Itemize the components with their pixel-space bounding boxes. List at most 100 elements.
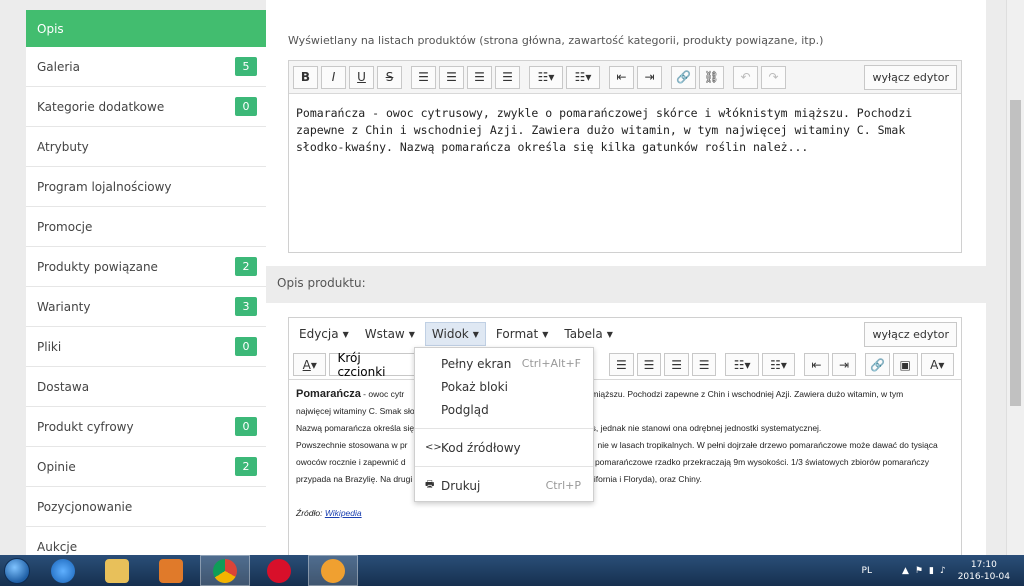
menu-item-print[interactable]: 🖶 Drukuj Ctrl+P bbox=[415, 474, 593, 497]
sidebar-item-opinie[interactable]: Opinie 2 bbox=[26, 447, 266, 487]
content-fragment: nie w lasach tropikalnych. W pełni dojrz… bbox=[597, 440, 938, 450]
volume-icon[interactable]: ♪ bbox=[940, 566, 946, 576]
menu-item-preview[interactable]: Podgląd bbox=[415, 398, 593, 421]
chevron-down-icon: ▼ bbox=[542, 329, 549, 339]
sidebar-item-kategorie[interactable]: Kategorie dodatkowe 0 bbox=[26, 87, 266, 127]
align-justify-button[interactable]: ☰ bbox=[691, 353, 717, 376]
sidebar-item-aukcje[interactable]: Aukcje bbox=[26, 527, 266, 555]
align-left-icon: ☰ bbox=[418, 70, 429, 84]
long-description-editor: Edycja ▼ Wstaw ▼ Widok ▼ Format ▼ Tabela ▼ wy… bbox=[288, 317, 962, 557]
align-center-button[interactable]: ☰ bbox=[439, 65, 464, 89]
align-center-icon: ☰ bbox=[643, 357, 655, 372]
taskbar-chrome[interactable] bbox=[200, 555, 250, 586]
sidebar-item-pliki[interactable]: Pliki 0 bbox=[26, 327, 266, 367]
long-description-text[interactable]: Pomarańcza - owoc cytr knistym miąższu. P… bbox=[289, 380, 961, 528]
network-icon[interactable]: ▮ bbox=[929, 566, 934, 576]
sidebar-item-produkty-powiazane[interactable]: Produkty powiązane 2 bbox=[26, 247, 266, 287]
content-line: Pomarańcza - owoc cytr knistym miąższu. P… bbox=[296, 386, 954, 403]
sidebar-item-galeria[interactable]: Galeria 5 bbox=[26, 47, 266, 87]
short-description-text[interactable]: Pomarańcza - owoc cytrusowy, zwykle o po… bbox=[289, 94, 961, 167]
language-indicator[interactable]: PL bbox=[862, 566, 872, 576]
scrollbar-thumb[interactable] bbox=[1010, 100, 1021, 406]
outdent-button[interactable]: ⇤ bbox=[609, 65, 634, 89]
indent-button[interactable]: ⇥ bbox=[831, 353, 857, 376]
disable-editor-button[interactable]: wyłącz edytor bbox=[864, 64, 957, 90]
align-center-button[interactable]: ☰ bbox=[636, 353, 662, 376]
sidebar-item-dostawa[interactable]: Dostawa bbox=[26, 367, 266, 407]
menu-item-fullscreen[interactable]: Pełny ekran Ctrl+Alt+F bbox=[415, 352, 593, 375]
sidebar-item-warianty[interactable]: Warianty 3 bbox=[26, 287, 266, 327]
bold-button[interactable]: B bbox=[293, 65, 318, 89]
italic-button[interactable]: I bbox=[321, 65, 346, 89]
text-color-button[interactable]: A▾ bbox=[293, 353, 327, 376]
content-fragment: ka pomarańczowe rzadko przekraczają 9m w… bbox=[583, 457, 929, 467]
sidebar-item-label: Aukcje bbox=[37, 539, 78, 554]
menu-item-label: Drukuj bbox=[441, 478, 481, 493]
unlink-button[interactable]: ⛓ bbox=[699, 65, 724, 89]
strikethrough-button[interactable]: S bbox=[377, 65, 402, 89]
sidebar-item-label: Program lojalnościowy bbox=[37, 179, 172, 194]
count-badge: 2 bbox=[235, 257, 257, 276]
underline-button[interactable]: U bbox=[349, 65, 374, 89]
bullet-list-button[interactable]: ☷▾ bbox=[529, 65, 563, 89]
sidebar-item-label: Pliki bbox=[37, 339, 62, 354]
align-left-button[interactable]: ☰ bbox=[411, 65, 436, 89]
start-button[interactable] bbox=[0, 555, 34, 586]
short-description-editor: B I U S ☰ ☰ ☰ ☰ ☷▾ ☷▾ ⇤ ⇥ 🔗 ⛓ ↶ ↷ wyłącz… bbox=[288, 60, 962, 253]
align-left-button[interactable]: ☰ bbox=[609, 353, 634, 376]
page-scrollbar[interactable] bbox=[1006, 0, 1024, 555]
taskbar-media-player[interactable] bbox=[146, 555, 196, 586]
chevron-up-icon[interactable]: ▲ bbox=[902, 566, 909, 576]
flag-icon[interactable]: ⚑ bbox=[915, 566, 923, 576]
font-family-select[interactable]: Krój czcionki bbox=[329, 351, 420, 379]
section-label: Opis produktu: bbox=[277, 276, 366, 290]
internet-explorer-icon bbox=[51, 558, 75, 583]
align-justify-button[interactable]: ☰ bbox=[495, 65, 520, 89]
source-link[interactable]: Wikipedia bbox=[325, 508, 362, 518]
content-line: przypada na Brazylię. Na drugi alifornia … bbox=[296, 471, 954, 488]
menu-item-label: Pokaż bloki bbox=[441, 379, 508, 394]
menu-widok[interactable]: Widok ▼ bbox=[424, 322, 486, 346]
editor-menubar: Edycja ▼ Wstaw ▼ Widok ▼ Format ▼ Tabela ▼ wy… bbox=[289, 318, 961, 350]
sidebar-item-pozycjonowanie[interactable]: Pozycjonowanie bbox=[26, 487, 266, 527]
align-right-button[interactable]: ☰ bbox=[467, 65, 492, 89]
link-button[interactable]: 🔗 bbox=[865, 353, 890, 376]
align-right-icon: ☰ bbox=[671, 357, 682, 372]
sidebar-item-promocje[interactable]: Promocje bbox=[26, 207, 266, 247]
sidebar-item-produkt-cyfrowy[interactable]: Produkt cyfrowy 0 bbox=[26, 407, 266, 447]
link-button[interactable]: 🔗 bbox=[671, 65, 696, 89]
menu-tabela[interactable]: Tabela ▼ bbox=[558, 323, 619, 345]
sidebar-item-label: Opinie bbox=[37, 459, 76, 474]
sidebar-item-program-lojalnosciowy[interactable]: Program lojalnościowy bbox=[26, 167, 266, 207]
image-button[interactable]: ▣ bbox=[892, 353, 918, 376]
taskbar-ie[interactable] bbox=[38, 555, 88, 586]
windows-taskbar: PL ▲ ⚑ ▮ ♪ 17:10 2016-10-04 bbox=[0, 555, 1024, 586]
background-color-button[interactable]: A▾ bbox=[920, 353, 954, 376]
indent-button[interactable]: ⇥ bbox=[637, 65, 662, 89]
menu-wstaw[interactable]: Wstaw ▼ bbox=[359, 323, 421, 345]
menu-item-source-code[interactable]: <> Kod źródłowy bbox=[415, 436, 593, 459]
numbered-list-button[interactable]: ☷▾ bbox=[761, 353, 796, 376]
undo-button[interactable]: ↶ bbox=[733, 65, 758, 89]
content-line: Nazwą pomarańcza określa się rus, jednak … bbox=[296, 420, 954, 437]
menu-item-show-blocks[interactable]: Pokaż bloki bbox=[415, 375, 593, 398]
numbered-list-button[interactable]: ☷▾ bbox=[566, 65, 600, 89]
bullet-list-button[interactable]: ☷▾ bbox=[725, 353, 759, 376]
taskbar-app[interactable] bbox=[308, 555, 358, 586]
clock[interactable]: 17:10 2016-10-04 bbox=[958, 559, 1010, 583]
opera-icon bbox=[267, 558, 291, 583]
taskbar-opera[interactable] bbox=[254, 555, 304, 586]
sidebar-item-atrybuty[interactable]: Atrybuty bbox=[26, 127, 266, 167]
taskbar-explorer[interactable] bbox=[92, 555, 142, 586]
disable-editor-button[interactable]: wyłącz edytor bbox=[864, 321, 957, 347]
redo-button[interactable]: ↷ bbox=[761, 65, 786, 89]
menu-edycja[interactable]: Edycja ▼ bbox=[293, 323, 355, 345]
numbered-list-icon: ☷▾ bbox=[574, 70, 592, 84]
link-icon: 🔗 bbox=[870, 357, 886, 372]
align-right-button[interactable]: ☰ bbox=[664, 353, 689, 376]
folder-icon bbox=[105, 558, 129, 583]
outdent-button[interactable]: ⇤ bbox=[804, 353, 829, 376]
sidebar-item-opis[interactable]: Opis bbox=[26, 10, 266, 47]
menu-format[interactable]: Format ▼ bbox=[490, 323, 554, 345]
sidebar-item-label: Pozycjonowanie bbox=[37, 499, 133, 514]
